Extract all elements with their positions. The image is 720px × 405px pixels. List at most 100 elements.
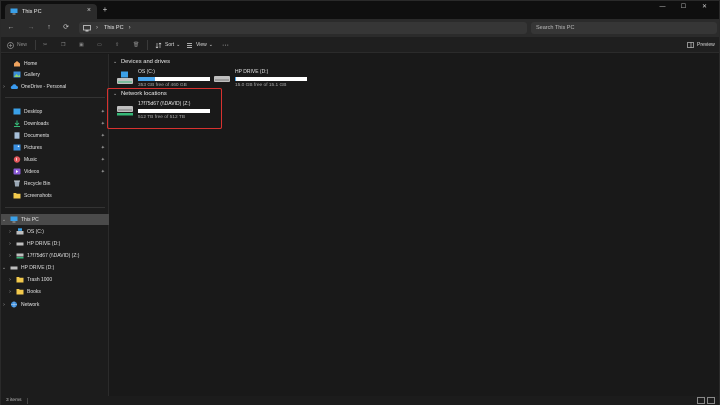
- tiles-view-icon[interactable]: [707, 397, 715, 404]
- sidebar-item-screenshots[interactable]: Screenshots: [1, 190, 109, 201]
- details-view-icon[interactable]: [697, 397, 705, 404]
- chevron-down-icon: ⌄: [208, 42, 213, 48]
- sidebar-item-books[interactable]: › Books: [1, 286, 109, 297]
- chevron-down-icon: ⌄: [176, 42, 181, 48]
- search-input[interactable]: Search This PC: [531, 22, 717, 34]
- status-bar: 3 items: [1, 396, 719, 405]
- maximize-icon[interactable]: ☐: [673, 1, 694, 13]
- sort-label: Sort: [165, 42, 175, 48]
- chevron-down-icon[interactable]: ⌄: [1, 265, 7, 271]
- sidebar-item-network[interactable]: › Network: [1, 299, 109, 310]
- tab-this-pc[interactable]: This PC ×: [5, 4, 97, 19]
- chevron-right-icon[interactable]: ›: [7, 289, 13, 295]
- download-icon: [14, 120, 20, 127]
- back-icon[interactable]: ←: [5, 22, 17, 34]
- close-tab-icon[interactable]: ×: [87, 7, 91, 14]
- sidebar-item-recycle-bin[interactable]: Recycle Bin: [1, 178, 109, 189]
- desktop-icon: [13, 108, 21, 115]
- drive-name: HP DRIVE (D:): [235, 69, 269, 75]
- divider: [5, 97, 105, 98]
- recycle-bin-icon: [14, 180, 20, 187]
- address-location: This PC: [104, 25, 124, 31]
- document-icon: [14, 132, 20, 139]
- sidebar-item-onedrive[interactable]: › OneDrive - Personal: [1, 81, 109, 92]
- pin-icon[interactable]: ✦: [101, 169, 105, 175]
- sidebar-item-trash-1000[interactable]: › Trash 1000: [1, 274, 109, 285]
- storage-bar-fill: [235, 77, 236, 81]
- divider: [35, 40, 36, 50]
- divider: [27, 397, 29, 404]
- sidebar-item-home[interactable]: Home: [1, 58, 109, 69]
- chevron-right-icon[interactable]: ›: [129, 25, 131, 31]
- chevron-right-icon[interactable]: ›: [1, 302, 7, 308]
- forward-icon[interactable]: →: [25, 22, 37, 34]
- sort-button[interactable]: Sort ⌄: [155, 40, 180, 50]
- view-button[interactable]: View ⌄: [186, 40, 213, 50]
- pin-icon[interactable]: ✦: [101, 145, 105, 151]
- up-icon[interactable]: ↑: [43, 22, 55, 34]
- minimize-icon[interactable]: —: [652, 1, 673, 13]
- chevron-right-icon[interactable]: ›: [1, 84, 7, 90]
- rename-icon[interactable]: ▭: [97, 40, 102, 50]
- sidebar-item-hp-drive-root[interactable]: ⌄ HP DRIVE (D:): [1, 262, 109, 273]
- file-explorer-window: This PC × + — ☐ ✕ ← → ↑ ⟳ › This PC › Se…: [0, 0, 720, 405]
- copy-icon[interactable]: ❐: [61, 40, 65, 50]
- drive-free-space: 15.0 GB free of 15.1 GB: [235, 83, 287, 88]
- delete-icon[interactable]: 🗑: [133, 40, 139, 50]
- chevron-right-icon[interactable]: ›: [7, 229, 13, 235]
- sidebar-item-pictures[interactable]: Pictures ✦: [1, 142, 109, 153]
- share-icon[interactable]: ⇪: [115, 40, 119, 50]
- command-bar: New ✂ ❐ ▣ ▭ ⇪ 🗑 Sort ⌄ View ⌄ ··· Previe…: [1, 37, 719, 53]
- highlight-box: [107, 88, 222, 129]
- sidebar-item-desktop[interactable]: Desktop ✦: [1, 106, 109, 117]
- more-options-icon[interactable]: ···: [222, 40, 229, 50]
- paste-icon[interactable]: ▣: [79, 40, 84, 50]
- network-drive-icon: [16, 253, 24, 259]
- chevron-down-icon[interactable]: ⌄: [1, 217, 7, 223]
- sidebar-item-downloads[interactable]: Downloads ✦: [1, 118, 109, 129]
- pin-icon[interactable]: ✦: [101, 109, 105, 115]
- chevron-right-icon[interactable]: ›: [7, 277, 13, 283]
- drive-name: OS (C:): [138, 69, 155, 75]
- windows-drive-icon: [117, 71, 133, 84]
- group-header-devices[interactable]: ⌄ Devices and drives: [113, 57, 170, 66]
- home-icon: [14, 61, 20, 67]
- sidebar-item-network-drive-z[interactable]: › 17f75d67 (\\DAVID) (Z:): [1, 250, 109, 261]
- preview-button[interactable]: Preview: [687, 40, 715, 50]
- item-count: 3 items: [6, 398, 22, 403]
- new-button[interactable]: New: [7, 40, 27, 50]
- sidebar-item-gallery[interactable]: Gallery: [1, 69, 109, 80]
- chevron-right-icon[interactable]: ›: [7, 241, 13, 247]
- sidebar-item-documents[interactable]: Documents ✦: [1, 130, 109, 141]
- pin-icon[interactable]: ✦: [101, 157, 105, 163]
- close-window-icon[interactable]: ✕: [694, 1, 715, 13]
- music-icon: [13, 156, 21, 163]
- window-controls: — ☐ ✕: [652, 1, 715, 13]
- sidebar-item-os-c[interactable]: › OS (C:): [1, 226, 109, 237]
- refresh-icon[interactable]: ⟳: [60, 22, 72, 34]
- windows-drive-icon: [16, 228, 24, 235]
- cut-icon[interactable]: ✂: [43, 40, 47, 50]
- sidebar-item-this-pc[interactable]: ⌄ This PC: [1, 214, 109, 225]
- pin-icon[interactable]: ✦: [101, 121, 105, 127]
- chevron-right-icon[interactable]: ›: [7, 253, 13, 259]
- storage-bar: [235, 77, 307, 81]
- chevron-down-icon[interactable]: ⌄: [113, 59, 119, 65]
- drive-item-os-c[interactable]: OS (C:) 353 GB free of 460 GB: [116, 68, 210, 90]
- folder-icon: [16, 277, 24, 283]
- plus-circle-icon: [7, 41, 14, 49]
- sidebar-item-music[interactable]: Music ✦: [1, 154, 109, 165]
- view-label: View: [196, 42, 207, 48]
- sidebar-item-hp-drive[interactable]: › HP DRIVE (D:): [1, 238, 109, 249]
- navigation-bar: ← → ↑ ⟳ › This PC › Search This PC: [1, 19, 719, 37]
- pc-icon: [10, 216, 18, 223]
- new-tab-button[interactable]: +: [100, 5, 110, 15]
- gallery-icon: [13, 71, 21, 78]
- cloud-icon: [10, 84, 18, 89]
- address-bar[interactable]: › This PC ›: [79, 22, 527, 34]
- folder-icon: [13, 193, 21, 199]
- navigation-pane: Home Gallery › OneDrive - Personal Deskt…: [1, 54, 109, 396]
- pin-icon[interactable]: ✦: [101, 133, 105, 139]
- sidebar-item-videos[interactable]: Videos ✦: [1, 166, 109, 177]
- drive-item-hp-drive[interactable]: HP DRIVE (D:) 15.0 GB free of 15.1 GB: [213, 68, 307, 90]
